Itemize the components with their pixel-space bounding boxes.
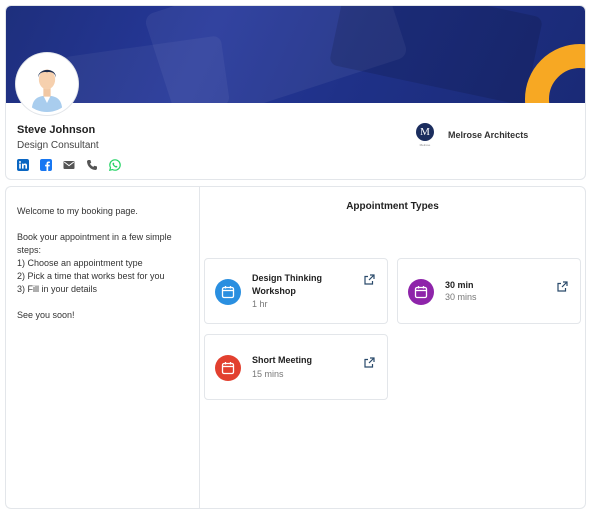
appointment-types-heading: Appointment Types — [346, 201, 439, 212]
avatar — [16, 53, 78, 115]
whatsapp-icon[interactable] — [109, 159, 121, 171]
external-link-icon[interactable] — [557, 281, 568, 292]
facebook-icon[interactable] — [40, 159, 52, 171]
calendar-icon — [215, 355, 241, 381]
welcome-text: Welcome to my booking page. Book your ap… — [17, 205, 197, 322]
welcome-line: Welcome to my booking page. — [17, 206, 138, 216]
company-logo: M Melrose — [414, 123, 436, 147]
company-info: M Melrose Melrose Architects — [414, 123, 528, 147]
appointment-types-panel: Appointment Types Design Thinking Worksh… — [199, 186, 586, 509]
calendar-icon — [215, 279, 241, 305]
profile-card: Steve Johnson Design Consultant M Melros… — [5, 5, 586, 180]
person-avatar-icon — [19, 56, 75, 112]
step-1: 1) Choose an appointment type — [17, 258, 143, 268]
appointment-title: Short Meeting — [252, 355, 312, 365]
company-logo-subtext: Melrose — [419, 143, 431, 147]
company-logo-letter: M — [416, 123, 434, 141]
linkedin-icon[interactable] — [17, 159, 29, 171]
phone-icon[interactable] — [86, 159, 98, 171]
external-link-icon[interactable] — [364, 357, 375, 368]
company-name: Melrose Architects — [448, 130, 529, 140]
email-icon[interactable] — [63, 159, 75, 171]
step-2: 2) Pick a time that works best for you — [17, 271, 165, 281]
cover-banner — [6, 6, 585, 103]
appointment-title: 30 min — [445, 280, 474, 290]
appointment-duration: 1 hr — [252, 299, 268, 309]
profile-name: Steve Johnson — [17, 124, 96, 136]
appointment-title: Design Thinking Workshop — [252, 273, 323, 296]
appointment-card-30-min[interactable]: 30 min 30 mins — [397, 258, 581, 324]
profile-title: Design Consultant — [17, 140, 99, 151]
calendar-icon — [408, 279, 434, 305]
appointment-duration: 30 mins — [445, 292, 477, 302]
appointment-card-short-meeting[interactable]: Short Meeting 15 mins — [204, 334, 388, 400]
social-links — [17, 159, 121, 171]
appointment-card-design-thinking-workshop[interactable]: Design Thinking Workshop 1 hr — [204, 258, 388, 324]
step-3: 3) Fill in your details — [17, 284, 98, 294]
external-link-icon[interactable] — [364, 274, 375, 285]
closing-line: See you soon! — [17, 310, 75, 320]
instructions-line: Book your appointment in a few simple st… — [17, 232, 172, 255]
welcome-panel: Welcome to my booking page. Book your ap… — [5, 186, 200, 509]
appointment-duration: 15 mins — [252, 369, 284, 379]
